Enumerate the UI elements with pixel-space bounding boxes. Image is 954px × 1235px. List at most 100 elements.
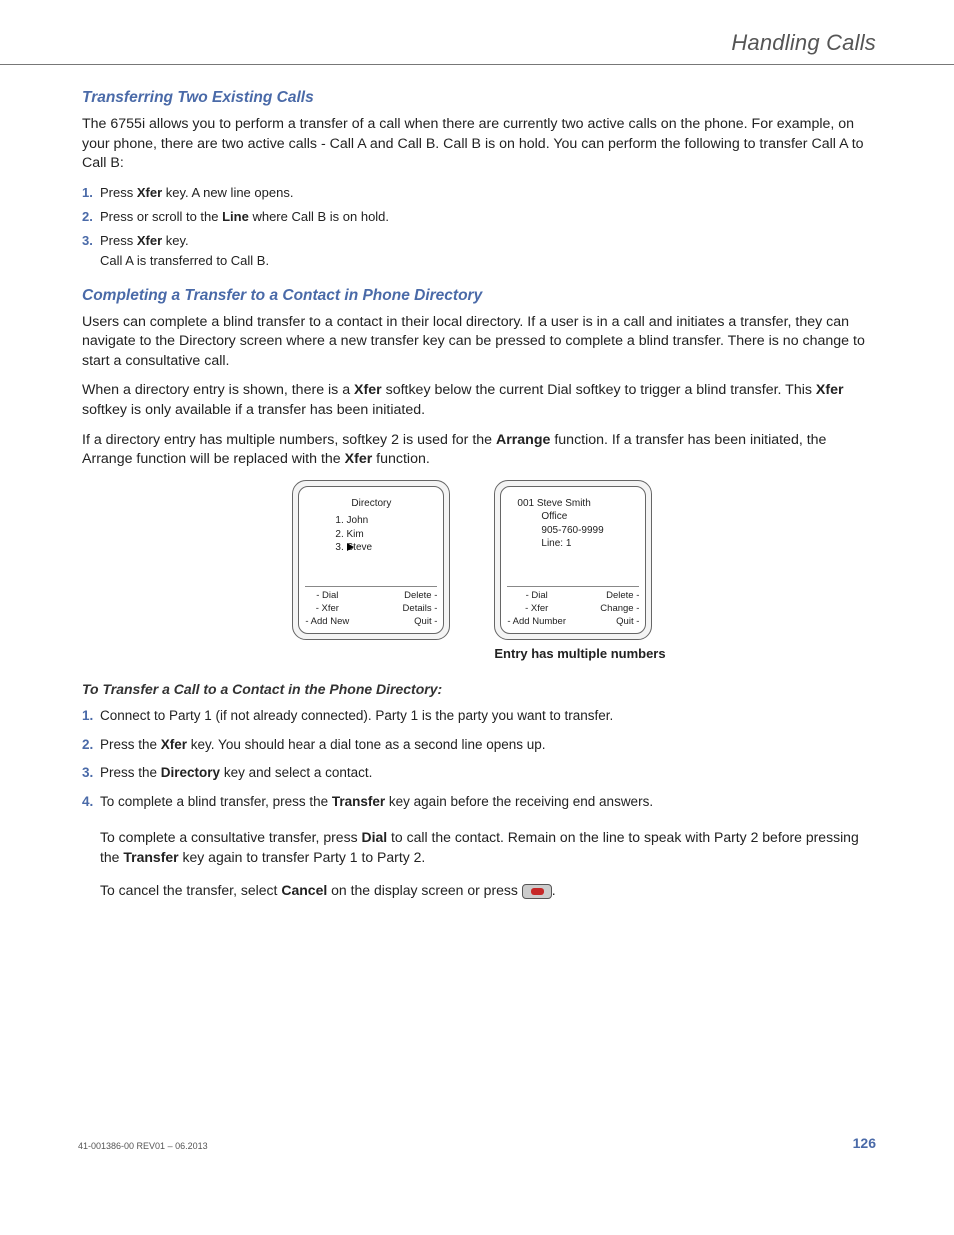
softkeys: - Dial - Xfer - Add Number Delete - Chan… — [507, 586, 639, 628]
step-text: Connect to Party 1 (if not already conne… — [100, 707, 876, 726]
text: softkey is only available if a transfer … — [82, 402, 425, 418]
step-number: 4. — [82, 793, 100, 812]
step-1: 1. Connect to Party 1 (if not already co… — [82, 707, 876, 726]
phone-frame: Directory 1. John 2. Kim 3. Steve - Dial… — [292, 480, 450, 640]
text: key and select a contact. — [220, 765, 372, 780]
softkey: Quit - — [600, 616, 639, 629]
softkey: Quit - — [403, 616, 438, 629]
page-footer: 41-001386-00 REV01 – 06.2013 126 — [78, 1135, 876, 1151]
text: Press the — [100, 737, 161, 752]
bold: Dial — [361, 829, 387, 845]
text: 905-760-9999 — [541, 524, 639, 538]
softkeys: - Dial - Xfer - Add New Delete - Details… — [305, 586, 437, 628]
text: key again to transfer Party 1 to Party 2… — [179, 849, 426, 865]
section3-title: To Transfer a Call to a Contact in the P… — [82, 681, 876, 697]
header-rule — [0, 64, 954, 65]
text: on the display screen or press — [327, 882, 522, 898]
phone-frame: 001 Steve Smith Office 905-760-9999 Line… — [494, 480, 652, 640]
section1-intro: The 6755i allows you to perform a transf… — [82, 115, 876, 174]
softkey: Change - — [600, 603, 639, 616]
softkey: - Xfer — [507, 603, 566, 616]
softkey: Details - — [403, 603, 438, 616]
screen-list: 1. John 2. Kim 3. Steve — [305, 514, 437, 555]
text: To cancel the transfer, select — [100, 882, 281, 898]
softkey: - Xfer — [305, 603, 349, 616]
softkey: - Add Number — [507, 616, 566, 629]
section1-title: Transferring Two Existing Calls — [82, 89, 876, 107]
text: If a directory entry has multiple number… — [82, 432, 496, 448]
section2-p3: If a directory entry has multiple number… — [82, 431, 876, 470]
softkey: Delete - — [600, 590, 639, 603]
text: Press — [100, 185, 137, 200]
step-number: 2. — [82, 208, 100, 226]
text: key again before the receiving end answe… — [385, 794, 653, 809]
section3-steps: 1. Connect to Party 1 (if not already co… — [82, 707, 876, 813]
text: key. A new line opens. — [162, 185, 293, 200]
step-subtext: Call A is transferred to Call B. — [100, 252, 876, 270]
bold: Transfer — [332, 794, 385, 809]
screen-1: Directory 1. John 2. Kim 3. Steve - Dial… — [292, 480, 450, 661]
list-item: 1. John — [335, 514, 437, 528]
step-3: 3. Press the Directory key and select a … — [82, 764, 876, 783]
footer-rev: 41-001386-00 REV01 – 06.2013 — [78, 1141, 208, 1151]
screen-title: Directory — [305, 497, 437, 511]
hangup-key-icon — [522, 884, 552, 899]
text: When a directory entry is shown, there i… — [82, 382, 354, 398]
section1-steps: 1. Press Xfer key. A new line opens. 2. … — [82, 184, 876, 271]
page-number: 126 — [853, 1135, 876, 1151]
step-text: Press or scroll to the Line where Call B… — [100, 208, 876, 226]
text: To complete a consultative transfer, pre… — [100, 829, 361, 845]
text: Press or scroll to the — [100, 209, 222, 224]
text: . — [552, 882, 556, 898]
step-text: Press the Xfer key. You should hear a di… — [100, 736, 876, 755]
bold: Xfer — [137, 233, 162, 248]
screen-caption: Entry has multiple numbers — [494, 646, 665, 661]
bold: Line — [222, 209, 249, 224]
screen-2: 001 Steve Smith Office 905-760-9999 Line… — [494, 480, 665, 661]
extra-para-2: To cancel the transfer, select Cancel on… — [100, 881, 876, 901]
section2-p1: Users can complete a blind transfer to a… — [82, 313, 876, 372]
text: key. — [162, 233, 189, 248]
section2-p2: When a directory entry is shown, there i… — [82, 381, 876, 420]
arrow-icon — [347, 543, 354, 551]
softkey: - Dial — [305, 590, 349, 603]
step-text: To complete a blind transfer, press the … — [100, 793, 876, 812]
step-number: 1. — [82, 707, 100, 726]
bold: Xfer — [816, 382, 844, 398]
bold: Xfer — [345, 451, 373, 467]
bold: Arrange — [496, 432, 550, 448]
bold: Cancel — [281, 882, 327, 898]
running-header: Handling Calls — [78, 30, 876, 64]
step-text: Press Xfer key. A new line opens. — [100, 184, 876, 202]
list-item: 2. Kim — [335, 528, 437, 542]
text: Press — [100, 233, 137, 248]
text: To complete a blind transfer, press the — [100, 794, 332, 809]
step-text: Press Xfer key. Call A is transferred to … — [100, 232, 876, 270]
step-number: 1. — [82, 184, 100, 202]
text: function. — [372, 451, 430, 467]
screen-illustrations: Directory 1. John 2. Kim 3. Steve - Dial… — [82, 480, 876, 661]
step-number: 3. — [82, 232, 100, 250]
step-number: 2. — [82, 736, 100, 755]
step-3: 3. Press Xfer key. Call A is transferred … — [82, 232, 876, 270]
bold: Transfer — [123, 849, 178, 865]
step-4: 4. To complete a blind transfer, press t… — [82, 793, 876, 812]
bold: Xfer — [161, 737, 187, 752]
softkey: Delete - — [403, 590, 438, 603]
bold: Xfer — [354, 382, 382, 398]
screen-title: 001 Steve Smith — [517, 497, 639, 511]
step-text: Press the Directory key and select a con… — [100, 764, 876, 783]
step-number: 3. — [82, 764, 100, 783]
step-1: 1. Press Xfer key. A new line opens. — [82, 184, 876, 202]
bold: Directory — [161, 765, 220, 780]
text: where Call B is on hold. — [249, 209, 389, 224]
step-2: 2. Press the Xfer key. You should hear a… — [82, 736, 876, 755]
softkey: - Dial — [507, 590, 566, 603]
section2-title: Completing a Transfer to a Contact in Ph… — [82, 287, 876, 305]
softkey: - Add New — [305, 616, 349, 629]
text: Line: 1 — [541, 537, 639, 551]
text: Office — [541, 510, 639, 524]
bold: Xfer — [137, 185, 162, 200]
step-2: 2. Press or scroll to the Line where Cal… — [82, 208, 876, 226]
list-item-selected: 3. Steve — [335, 541, 437, 555]
